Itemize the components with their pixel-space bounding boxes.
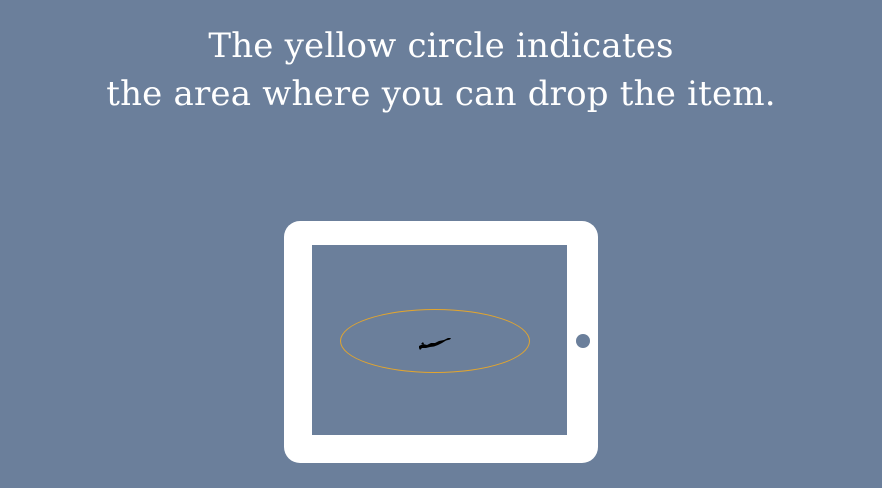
tablet-screen	[312, 245, 567, 435]
draggable-item-shape	[419, 338, 451, 350]
home-button-icon	[576, 334, 590, 348]
draggable-item-icon[interactable]	[417, 334, 453, 354]
tablet-illustration	[284, 221, 598, 463]
instruction-text: The yellow circle indicates the area whe…	[0, 22, 882, 118]
instruction-line-1: The yellow circle indicates	[208, 26, 674, 66]
instruction-line-2: the area where you can drop the item.	[106, 74, 776, 114]
